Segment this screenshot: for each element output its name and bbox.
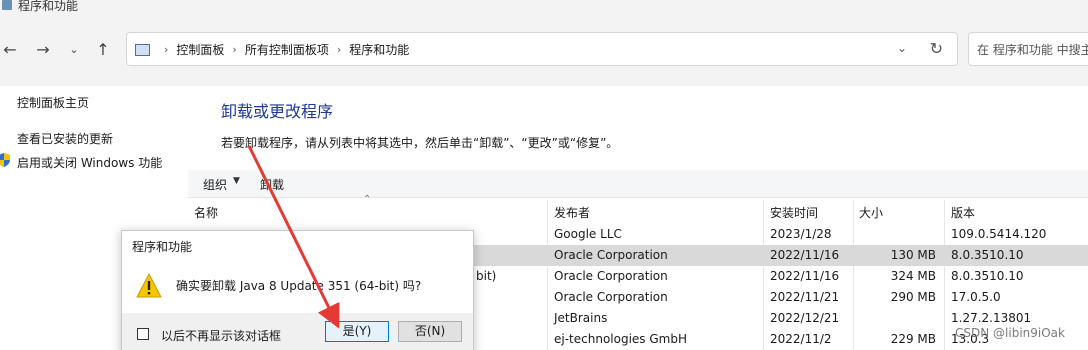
cell-size: 229 MB: [890, 332, 936, 346]
cell-publisher: Oracle Corporation: [554, 290, 668, 304]
warning-icon: [136, 273, 162, 298]
dont-show-again-checkbox[interactable]: [137, 328, 149, 340]
forward-arrow-icon[interactable]: →: [33, 40, 53, 60]
organize-button[interactable]: 组织: [203, 176, 227, 193]
shield-icon: [0, 153, 10, 167]
chevron-right-icon[interactable]: ›: [164, 43, 168, 56]
page-description: 若要卸载程序，请从列表中将其选中，然后单击“卸载”、“更改”或“修复”。: [221, 136, 619, 150]
dialog-message: 确实要卸载 Java 8 Update 351 (64-bit) 吗?: [176, 279, 422, 293]
breadcrumb-control-panel[interactable]: 控制面板: [176, 41, 224, 58]
address-bar[interactable]: › 控制面板 › 所有控制面板项 › 程序和功能 ⌄ ↻: [126, 32, 958, 66]
cell-size: 324 MB: [890, 269, 936, 283]
window-title-bar: 程序和功能: [0, 0, 1088, 14]
refresh-icon[interactable]: ↻: [930, 39, 943, 58]
cell-size: 130 MB: [890, 248, 936, 262]
sidebar-link-home[interactable]: 控制面板主页: [17, 94, 89, 111]
cell-size: 290 MB: [890, 290, 936, 304]
back-arrow-icon[interactable]: ←: [0, 40, 20, 60]
cell-publisher: ej-technologies GmbH: [554, 332, 687, 346]
dialog-footer: 以后不再显示该对话框 是(Y) 否(N): [122, 313, 473, 350]
chevron-down-icon[interactable]: ⌄: [897, 41, 907, 55]
watermark: CSDN @libin9iOak: [955, 326, 1065, 340]
dialog-title: 程序和功能: [132, 240, 193, 254]
navigation-bar: ← → ⌄ ↑ › 控制面板 › 所有控制面板项 › 程序和功能 ⌄ ↻ 在 程…: [0, 14, 1088, 86]
cell-installed: 2022/11/2: [770, 332, 832, 346]
cell-installed: 2022/11/16: [770, 269, 840, 283]
dont-show-again-label[interactable]: 以后不再显示该对话框: [161, 327, 281, 344]
uninstall-button[interactable]: 卸载: [260, 176, 284, 193]
search-input[interactable]: 在 程序和功能 中搜主: [968, 32, 1088, 66]
column-header-name[interactable]: 名称: [194, 204, 218, 221]
cell-publisher: JetBrains: [554, 311, 608, 325]
breadcrumb-programs[interactable]: 程序和功能: [349, 41, 409, 58]
cell-publisher: Google LLC: [554, 227, 622, 241]
window-title: 程序和功能: [18, 0, 79, 13]
cell-version: 1.27.2.13801: [951, 311, 1032, 325]
cell-installed: 2022/12/21: [770, 311, 840, 325]
cell-publisher: Oracle Corporation: [554, 269, 668, 283]
column-header-size[interactable]: 大小: [859, 204, 883, 221]
cell-installed: 2022/11/16: [770, 248, 840, 262]
breadcrumb: › 控制面板 › 所有控制面板项 › 程序和功能: [135, 41, 409, 58]
page-title: 卸载或更改程序: [221, 102, 334, 121]
cell-publisher: Oracle Corporation: [554, 248, 668, 262]
control-panel-icon: [135, 43, 150, 56]
cell-version: 109.0.5414.120: [951, 227, 1047, 241]
cell-name: bit): [476, 269, 497, 283]
cell-version: 17.0.5.0: [951, 290, 1001, 304]
caret-down-icon[interactable]: ▼: [233, 176, 240, 186]
chevron-right-icon[interactable]: ›: [232, 43, 236, 56]
toolbar: 组织 ▼ 卸载: [188, 170, 1088, 198]
cell-installed: 2023/1/28: [770, 227, 832, 241]
sidebar-link-updates[interactable]: 查看已安装的更新: [17, 130, 113, 147]
yes-button[interactable]: 是(Y): [325, 321, 389, 342]
cell-version: 8.0.3510.10: [951, 248, 1024, 262]
cell-version: 8.0.3510.10: [951, 269, 1024, 283]
sidebar-link-windows-features[interactable]: 启用或关闭 Windows 功能: [17, 154, 162, 171]
cell-installed: 2022/11/21: [770, 290, 840, 304]
sort-ascending-icon: ⌃: [363, 194, 372, 205]
search-placeholder: 在 程序和功能 中搜主: [977, 43, 1088, 57]
column-header-publisher[interactable]: 发布者: [554, 204, 590, 221]
column-header-version[interactable]: 版本: [951, 204, 975, 221]
recent-dropdown-icon[interactable]: ⌄: [64, 40, 84, 60]
no-button[interactable]: 否(N): [398, 321, 462, 342]
breadcrumb-all-items[interactable]: 所有控制面板项: [245, 41, 329, 58]
chevron-right-icon[interactable]: ›: [337, 43, 341, 56]
control-panel-icon: [2, 0, 12, 10]
confirm-uninstall-dialog: 程序和功能 确实要卸载 Java 8 Update 351 (64-bit) 吗…: [121, 230, 474, 350]
column-header-installed[interactable]: 安装时间: [770, 204, 818, 221]
up-arrow-icon[interactable]: ↑: [93, 40, 113, 60]
